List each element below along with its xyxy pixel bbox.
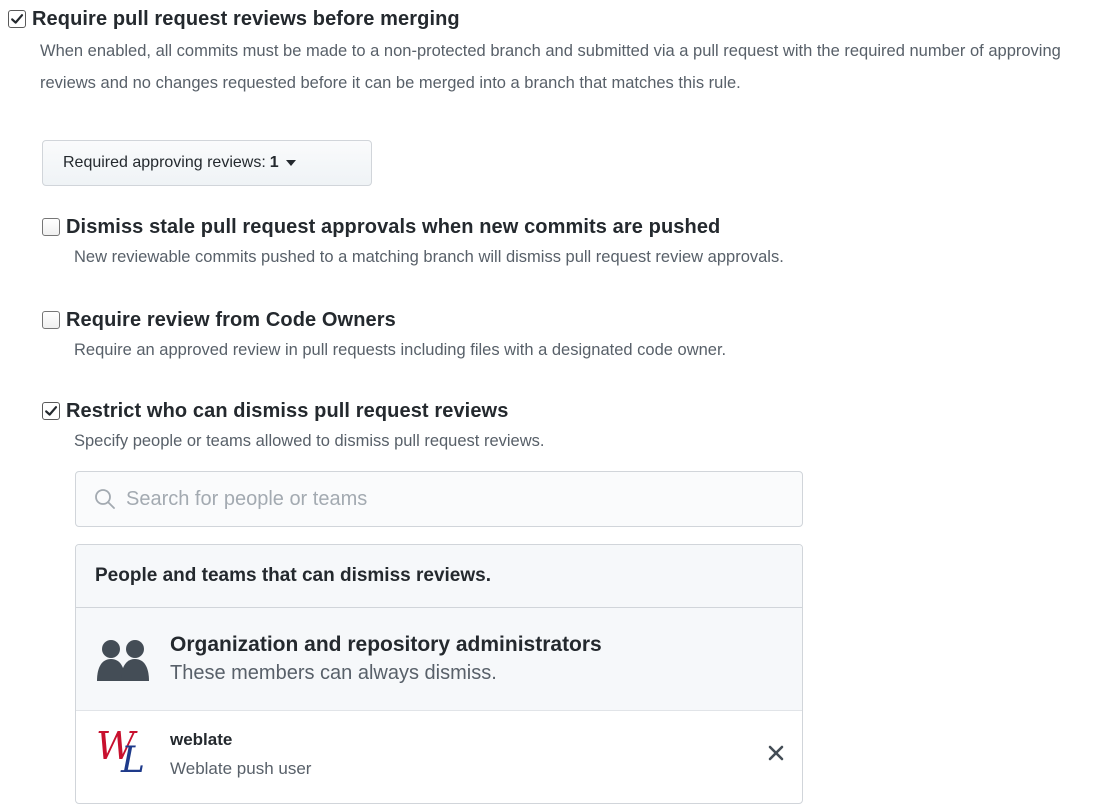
user-name: weblate xyxy=(170,730,233,749)
admins-title: Organization and repository administrato… xyxy=(170,633,602,656)
option-description: Specify people or teams allowed to dismi… xyxy=(74,432,545,450)
search-input[interactable] xyxy=(124,486,768,512)
dropdown-value: 1 xyxy=(269,154,279,171)
admins-row: Organization and repository administrato… xyxy=(76,608,802,711)
user-text: weblate Weblate push user xyxy=(170,727,311,779)
remove-user-close-icon[interactable] xyxy=(766,743,786,763)
search-people-teams[interactable] xyxy=(75,471,803,527)
restrict-dismiss-checkbox[interactable] xyxy=(42,402,60,420)
people-icon xyxy=(97,640,149,681)
option-require-code-owners: Require review from Code Owners Require … xyxy=(42,308,1094,366)
option-restrict-dismiss: Restrict who can dismiss pull request re… xyxy=(42,399,1094,457)
option-description: When enabled, all commits must be made t… xyxy=(40,42,1061,92)
checkmark-icon xyxy=(45,406,58,416)
option-header: Require pull request reviews before merg… xyxy=(8,7,1094,31)
option-description: Require an approved review in pull reque… xyxy=(74,341,727,359)
option-header: Restrict who can dismiss pull request re… xyxy=(42,399,1094,423)
dismiss-stale-approvals-checkbox[interactable] xyxy=(42,218,60,236)
option-require-pr-reviews: Require pull request reviews before merg… xyxy=(8,7,1094,99)
checkmark-icon xyxy=(11,14,24,24)
option-title: Restrict who can dismiss pull request re… xyxy=(66,399,509,422)
require-code-owners-checkbox[interactable] xyxy=(42,311,60,329)
search-icon xyxy=(95,489,115,509)
user-description: Weblate push user xyxy=(170,759,312,778)
require-pr-reviews-checkbox[interactable] xyxy=(8,10,26,28)
weblate-logo: W L xyxy=(96,727,148,779)
dropdown-label: Required approving reviews: xyxy=(63,154,266,171)
admins-text: Organization and repository administrato… xyxy=(170,633,602,685)
user-row: W L weblate Weblate push user xyxy=(76,711,802,803)
option-title: Require pull request reviews before merg… xyxy=(32,7,460,30)
dismiss-reviewers-panel: People and teams that can dismiss review… xyxy=(75,544,803,804)
admins-description: These members can always dismiss. xyxy=(170,662,497,684)
panel-header: People and teams that can dismiss review… xyxy=(76,545,802,608)
option-title: Require review from Code Owners xyxy=(66,308,396,331)
option-dismiss-stale-approvals: Dismiss stale pull request approvals whe… xyxy=(42,215,1094,273)
logo-letter-l: L xyxy=(121,740,145,781)
caret-down-icon xyxy=(285,160,296,166)
option-description: New reviewable commits pushed to a match… xyxy=(74,248,784,266)
option-header: Require review from Code Owners xyxy=(42,308,1094,332)
option-title: Dismiss stale pull request approvals whe… xyxy=(66,215,721,238)
required-approving-reviews-dropdown[interactable]: Required approving reviews: 1 xyxy=(42,140,372,186)
option-header: Dismiss stale pull request approvals whe… xyxy=(42,215,1094,239)
